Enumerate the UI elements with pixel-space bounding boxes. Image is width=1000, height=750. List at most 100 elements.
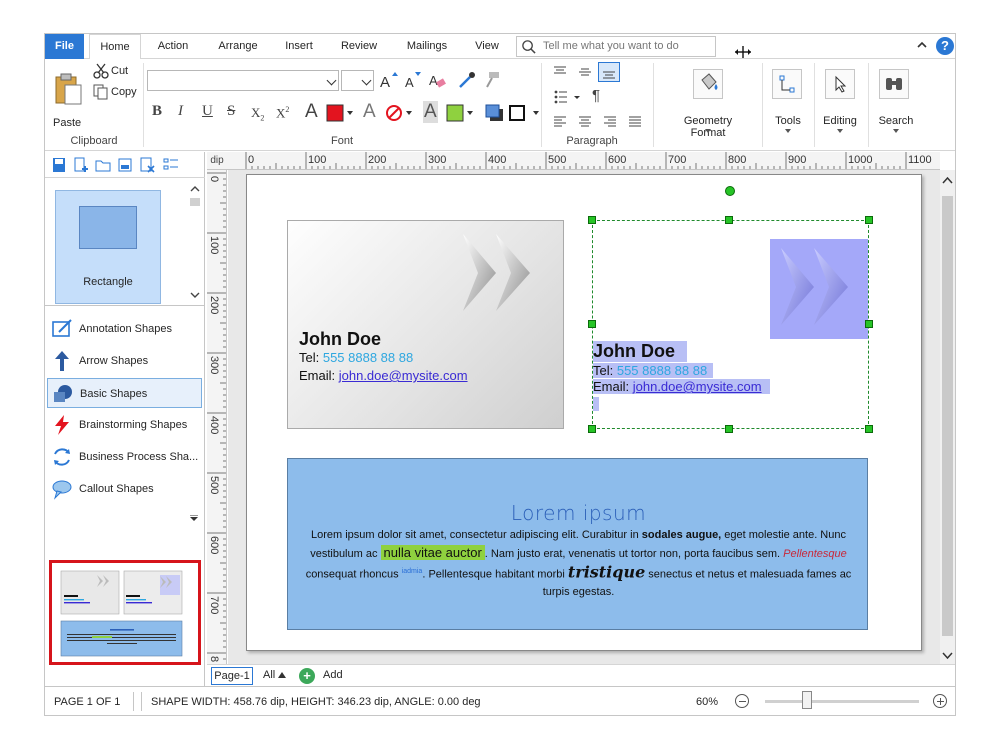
editing-label[interactable]: Editing: [814, 115, 866, 127]
category-brainstorming-shapes[interactable]: Brainstorming Shapes: [47, 410, 202, 440]
tab-file[interactable]: File: [45, 34, 84, 59]
resize-handle-s[interactable]: [725, 425, 733, 433]
italic-button[interactable]: I: [178, 103, 183, 120]
zoom-out-icon[interactable]: [735, 694, 749, 708]
more-categories-icon[interactable]: [190, 515, 198, 521]
subscript-button[interactable]: X2: [251, 105, 264, 123]
bullet-list-dropdown[interactable]: [553, 89, 583, 105]
search-button[interactable]: [879, 69, 909, 99]
business-card-1[interactable]: John Doe Tel: 555 8888 88 88 Email: john…: [287, 220, 564, 429]
zoom-slider-thumb[interactable]: [801, 691, 812, 709]
resize-handle-sw[interactable]: [588, 425, 596, 433]
drawing-canvas[interactable]: John Doe Tel: 555 8888 88 88 Email: john…: [228, 170, 940, 664]
format-painter-icon[interactable]: [483, 70, 503, 90]
geometry-format-label[interactable]: Geometry Format: [665, 115, 751, 139]
help-icon[interactable]: ?: [936, 37, 954, 55]
font-size-combo[interactable]: [341, 70, 374, 91]
zoom-slider[interactable]: [765, 700, 919, 703]
shape-rectangle[interactable]: Rectangle: [55, 190, 161, 304]
bold-button[interactable]: B: [152, 103, 162, 120]
email-link[interactable]: john.doe@mysite.com: [339, 368, 468, 383]
paragraph-mark-icon[interactable]: ¶: [592, 87, 600, 104]
justify-icon[interactable]: [628, 115, 642, 129]
editing-button[interactable]: [825, 69, 855, 99]
shrink-font-icon[interactable]: A: [403, 70, 423, 90]
tell-me-search[interactable]: Tell me what you want to do: [516, 36, 716, 57]
tab-review[interactable]: Review: [331, 34, 387, 59]
align-center-icon[interactable]: [578, 115, 592, 129]
text-outline-icon[interactable]: A: [363, 101, 376, 123]
paste-button[interactable]: [51, 63, 85, 115]
resize-handle-e[interactable]: [865, 320, 873, 328]
tab-view[interactable]: View: [466, 34, 508, 59]
superscript-button[interactable]: X2: [276, 105, 289, 121]
fill-color-dropdown[interactable]: [446, 104, 474, 122]
category-basic-shapes[interactable]: Basic Shapes: [47, 378, 202, 408]
strikethrough-button[interactable]: S: [227, 103, 235, 120]
resize-handle-w[interactable]: [588, 320, 596, 328]
align-top-icon[interactable]: [553, 64, 567, 78]
lorem-script-text: tristique: [567, 562, 646, 582]
font-name-combo[interactable]: [147, 70, 339, 91]
tab-mailings[interactable]: Mailings: [397, 34, 457, 59]
copy-label[interactable]: Copy: [111, 86, 137, 98]
tab-action[interactable]: Action: [148, 34, 198, 59]
clear-format-icon[interactable]: A: [427, 70, 447, 90]
geometry-format-button[interactable]: [693, 69, 723, 99]
search-label[interactable]: Search: [868, 115, 924, 127]
line-color-dropdown[interactable]: [508, 104, 542, 122]
text-highlight-icon[interactable]: A: [423, 101, 438, 123]
save-stencil-icon[interactable]: [117, 157, 133, 173]
category-business-process[interactable]: Business Process Sha...: [47, 442, 202, 472]
collapse-ribbon-icon[interactable]: [915, 38, 929, 52]
resize-handle-ne[interactable]: [865, 216, 873, 224]
business-card-2-selected[interactable]: John Doe Tel: 555 8888 88 88 Email: john…: [592, 220, 869, 429]
align-right-icon[interactable]: [603, 115, 617, 129]
eyedropper-icon[interactable]: [457, 70, 477, 90]
cut-icon[interactable]: [93, 63, 109, 79]
align-left-icon[interactable]: [553, 115, 567, 129]
gallery-scrollbar[interactable]: [189, 182, 201, 302]
no-fill-dropdown[interactable]: [385, 104, 413, 122]
ribbon: Paste Cut Copy Clipboard A A A B I U S X…: [45, 59, 955, 151]
grow-font-icon[interactable]: A: [379, 70, 399, 90]
resize-handle-nw[interactable]: [588, 216, 596, 224]
page-preview[interactable]: [49, 560, 201, 665]
zoom-in-icon[interactable]: [933, 694, 947, 708]
scroll-up-icon[interactable]: [942, 176, 953, 184]
underline-button[interactable]: U: [202, 103, 213, 120]
resize-handle-se[interactable]: [865, 425, 873, 433]
new-stencil-icon[interactable]: [73, 157, 89, 173]
category-arrow-shapes[interactable]: Arrow Shapes: [47, 346, 202, 376]
lorem-text-shape[interactable]: Lorem ipsum Lorem ipsum dolor sit amet, …: [287, 458, 868, 630]
email-link[interactable]: john.doe@mysite.com: [633, 379, 762, 394]
category-callout-shapes[interactable]: Callout Shapes: [47, 474, 202, 504]
tab-insert[interactable]: Insert: [277, 34, 321, 59]
scrollbar-thumb[interactable]: [942, 196, 953, 636]
shadow-icon[interactable]: [485, 104, 505, 122]
open-folder-icon[interactable]: [95, 157, 111, 173]
page-tab-1[interactable]: Page-1: [211, 667, 253, 685]
tools-label[interactable]: Tools: [762, 115, 814, 127]
align-middle-icon[interactable]: [578, 64, 592, 78]
scroll-down-icon[interactable]: [942, 652, 953, 660]
close-stencil-icon[interactable]: [139, 157, 155, 173]
resize-handle-n[interactable]: [725, 216, 733, 224]
save-icon[interactable]: [51, 157, 67, 173]
category-annotation-shapes[interactable]: Annotation Shapes: [47, 314, 202, 344]
align-bottom-button[interactable]: [598, 62, 620, 82]
all-pages-dropdown[interactable]: All: [263, 669, 287, 681]
copy-icon[interactable]: [93, 84, 109, 100]
add-page-button[interactable]: + Add: [299, 667, 357, 685]
canvas-vertical-scrollbar[interactable]: [940, 170, 955, 664]
font-color-dropdown[interactable]: [326, 104, 354, 122]
cut-label[interactable]: Cut: [111, 65, 128, 77]
tab-arrange[interactable]: Arrange: [208, 34, 268, 59]
font-color-a-icon[interactable]: A: [305, 101, 318, 123]
view-options-icon[interactable]: [163, 157, 179, 173]
tools-button[interactable]: [772, 69, 802, 99]
rotation-handle[interactable]: [725, 186, 735, 196]
drawing-page[interactable]: John Doe Tel: 555 8888 88 88 Email: john…: [246, 174, 922, 651]
svg-text:A: A: [429, 73, 438, 88]
tab-home[interactable]: Home: [89, 34, 141, 60]
